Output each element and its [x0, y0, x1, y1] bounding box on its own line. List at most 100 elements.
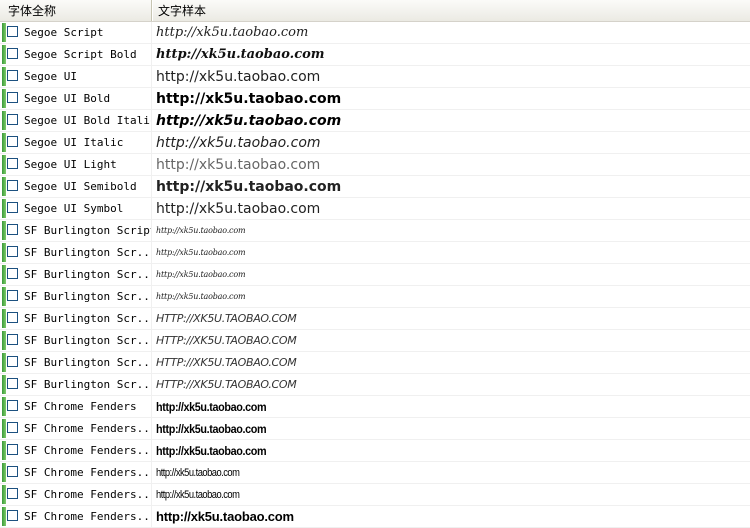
- font-sample-cell: http://xk5u.taobao.com: [152, 22, 750, 43]
- font-name-label: Segoe Script: [24, 26, 104, 39]
- font-row[interactable]: Segoe UI Semibold http://xk5u.taobao.com: [0, 176, 750, 198]
- font-name-label: Segoe Script Bold: [24, 48, 137, 61]
- font-row[interactable]: SF Burlington Script http://xk5u.taobao.c…: [0, 220, 750, 242]
- font-select-checkbox[interactable]: [7, 290, 18, 301]
- font-name-label: Segoe UI Bold Italic: [24, 114, 152, 127]
- font-row[interactable]: SF Burlington Scr... HTTP://XK5U.TAOBAO.C…: [0, 308, 750, 330]
- font-select-checkbox[interactable]: [7, 136, 18, 147]
- font-name-label: SF Chrome Fenders...: [24, 444, 152, 457]
- font-row[interactable]: SF Burlington Scr... http://xk5u.taobao.c…: [0, 264, 750, 286]
- font-sample-text: http://xk5u.taobao.com: [156, 25, 309, 40]
- font-name-cell: Segoe UI Semibold: [0, 176, 152, 197]
- font-row[interactable]: SF Burlington Scr... HTTP://XK5U.TAOBAO.C…: [0, 374, 750, 396]
- column-header-font-name[interactable]: 字体全称: [0, 0, 152, 21]
- font-name-label: Segoe UI Symbol: [24, 202, 124, 215]
- font-row[interactable]: Segoe UI Bold Italic http://xk5u.taobao.c…: [0, 110, 750, 132]
- font-select-checkbox[interactable]: [7, 466, 18, 477]
- column-header-sample[interactable]: 文字样本: [152, 0, 750, 21]
- font-list: 字体全称 文字样本 Segoe Script http://xk5u.taobao…: [0, 0, 750, 528]
- font-row[interactable]: SF Burlington Scr... HTTP://XK5U.TAOBAO.C…: [0, 330, 750, 352]
- font-row[interactable]: SF Burlington Scr... http://xk5u.taobao.c…: [0, 242, 750, 264]
- font-name-cell: SF Burlington Scr...: [0, 286, 152, 307]
- font-select-checkbox[interactable]: [7, 114, 18, 125]
- font-sample-cell: http://xk5u.taobao.com: [152, 110, 750, 131]
- font-row[interactable]: SF Chrome Fenders... http://xk5u.taobao.c…: [0, 462, 750, 484]
- font-select-checkbox[interactable]: [7, 70, 18, 81]
- font-row[interactable]: SF Burlington Scr... http://xk5u.taobao.c…: [0, 286, 750, 308]
- font-select-checkbox[interactable]: [7, 268, 18, 279]
- font-select-checkbox[interactable]: [7, 246, 18, 257]
- font-row[interactable]: Segoe Script http://xk5u.taobao.com: [0, 22, 750, 44]
- row-indicator-bar: [2, 419, 6, 438]
- font-sample-cell: http://xk5u.taobao.com: [152, 220, 750, 241]
- font-select-checkbox[interactable]: [7, 158, 18, 169]
- font-sample-text: http://xk5u.taobao.com: [156, 112, 342, 129]
- font-select-checkbox[interactable]: [7, 356, 18, 367]
- font-name-label: SF Chrome Fenders: [24, 400, 137, 413]
- row-indicator-bar: [2, 221, 6, 240]
- font-sample-cell: http://xk5u.taobao.com: [152, 88, 750, 109]
- font-sample-text: http://xk5u.taobao.com: [156, 248, 246, 257]
- font-select-checkbox[interactable]: [7, 180, 18, 191]
- font-row[interactable]: Segoe UI Light http://xk5u.taobao.com: [0, 154, 750, 176]
- row-indicator-bar: [2, 243, 6, 262]
- font-select-checkbox[interactable]: [7, 422, 18, 433]
- font-select-checkbox[interactable]: [7, 48, 18, 59]
- font-name-cell: Segoe UI: [0, 66, 152, 87]
- font-sample-cell: HTTP://XK5U.TAOBAO.COM: [152, 374, 750, 395]
- font-select-checkbox[interactable]: [7, 510, 18, 521]
- font-name-label: SF Burlington Scr...: [24, 378, 152, 391]
- font-sample-cell: http://xk5u.taobao.com: [152, 176, 750, 197]
- font-sample-text: http://xk5u.taobao.com: [156, 488, 240, 501]
- font-row[interactable]: SF Chrome Fenders... http://xk5u.taobao.c…: [0, 440, 750, 462]
- font-name-cell: SF Chrome Fenders...: [0, 506, 152, 527]
- font-select-checkbox[interactable]: [7, 312, 18, 323]
- font-row[interactable]: SF Chrome Fenders... http://xk5u.taobao.c…: [0, 418, 750, 440]
- font-select-checkbox[interactable]: [7, 224, 18, 235]
- row-indicator-bar: [2, 89, 6, 108]
- font-select-checkbox[interactable]: [7, 488, 18, 499]
- font-row[interactable]: SF Chrome Fenders... http://xk5u.taobao.c…: [0, 506, 750, 528]
- font-row[interactable]: Segoe UI Symbol http://xk5u.taobao.com: [0, 198, 750, 220]
- font-name-cell: SF Burlington Scr...: [0, 352, 152, 373]
- font-sample-text: HTTP://XK5U.TAOBAO.COM: [156, 334, 297, 347]
- font-name-label: SF Burlington Script: [24, 224, 152, 237]
- font-select-checkbox[interactable]: [7, 400, 18, 411]
- row-indicator-bar: [2, 133, 6, 152]
- font-sample-cell: http://xk5u.taobao.com: [152, 154, 750, 175]
- font-name-label: SF Burlington Scr...: [24, 290, 152, 303]
- font-name-label: SF Chrome Fenders...: [24, 510, 152, 523]
- font-sample-text: HTTP://XK5U.TAOBAO.COM: [156, 378, 297, 391]
- font-name-cell: SF Chrome Fenders...: [0, 440, 152, 461]
- font-sample-cell: http://xk5u.taobao.com: [152, 440, 750, 461]
- font-name-label: Segoe UI Bold: [24, 92, 111, 105]
- font-select-checkbox[interactable]: [7, 334, 18, 345]
- font-select-checkbox[interactable]: [7, 444, 18, 455]
- font-row[interactable]: Segoe UI Bold http://xk5u.taobao.com: [0, 88, 750, 110]
- font-row[interactable]: SF Chrome Fenders... http://xk5u.taobao.c…: [0, 484, 750, 506]
- font-row[interactable]: Segoe UI http://xk5u.taobao.com: [0, 66, 750, 88]
- font-sample-text: http://xk5u.taobao.com: [156, 443, 267, 458]
- row-indicator-bar: [2, 67, 6, 86]
- font-name-label: SF Burlington Scr...: [24, 246, 152, 259]
- row-indicator-bar: [2, 441, 6, 460]
- font-row[interactable]: Segoe Script Bold http://xk5u.taobao.com: [0, 44, 750, 66]
- font-row[interactable]: SF Chrome Fenders http://xk5u.taobao.com: [0, 396, 750, 418]
- font-sample-cell: http://xk5u.taobao.com: [152, 462, 750, 483]
- font-sample-text: http://xk5u.taobao.com: [156, 200, 321, 217]
- font-name-cell: SF Burlington Scr...: [0, 330, 152, 351]
- font-name-label: SF Chrome Fenders...: [24, 488, 152, 501]
- font-select-checkbox[interactable]: [7, 26, 18, 37]
- font-select-checkbox[interactable]: [7, 378, 18, 389]
- font-select-checkbox[interactable]: [7, 92, 18, 103]
- row-indicator-bar: [2, 397, 6, 416]
- row-indicator-bar: [2, 45, 6, 64]
- font-select-checkbox[interactable]: [7, 202, 18, 213]
- font-sample-cell: http://xk5u.taobao.com: [152, 198, 750, 219]
- font-name-cell: SF Burlington Scr...: [0, 374, 152, 395]
- font-name-cell: SF Chrome Fenders...: [0, 418, 152, 439]
- font-row[interactable]: Segoe UI Italic http://xk5u.taobao.com: [0, 132, 750, 154]
- row-indicator-bar: [2, 485, 6, 504]
- font-name-cell: Segoe UI Light: [0, 154, 152, 175]
- font-row[interactable]: SF Burlington Scr... HTTP://XK5U.TAOBAO.C…: [0, 352, 750, 374]
